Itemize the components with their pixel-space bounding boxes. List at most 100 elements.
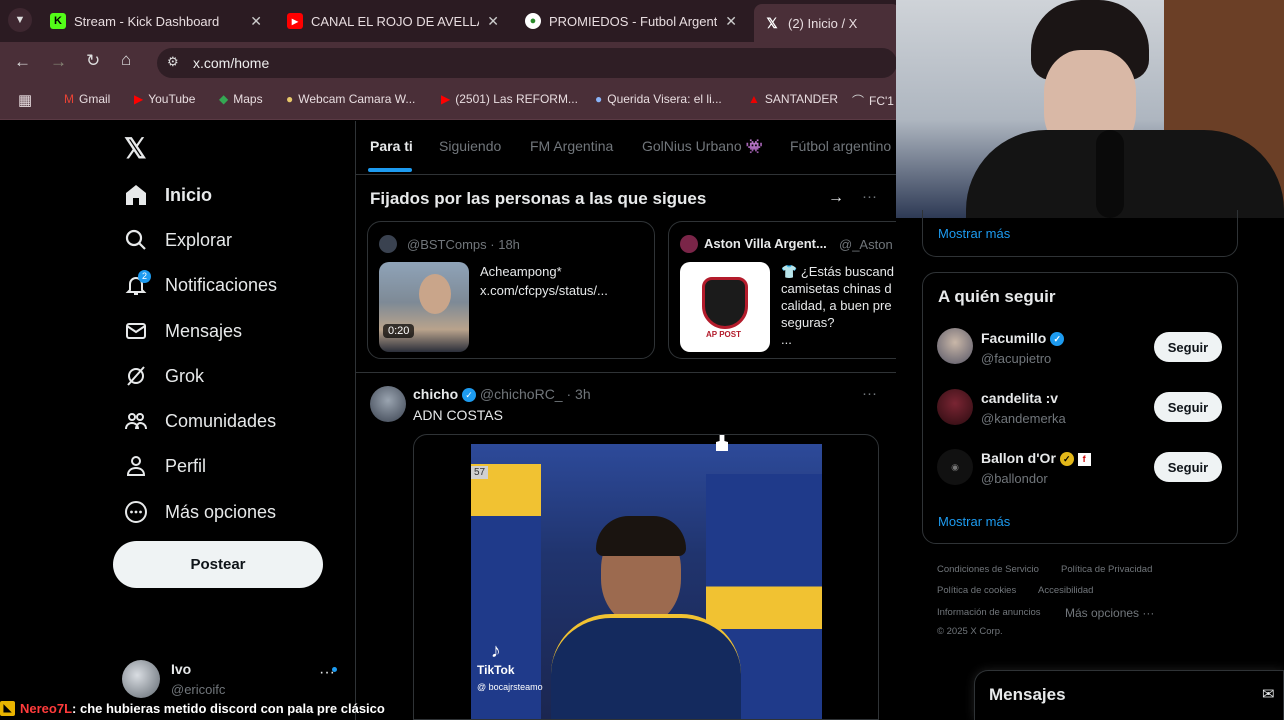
reload-icon[interactable]: ↻ [86,51,100,71]
pinned-name: Aston Villa Argent... [704,236,827,251]
avatar [680,235,698,253]
avatar[interactable] [370,386,406,422]
browser-tab[interactable]: K Stream - Kick Dashboard ✕ [40,6,272,36]
verified-badge-icon: ✓ [1050,332,1065,347]
footer-link-cookies[interactable]: Política de cookies [937,585,1016,596]
account-handle: @ericoifc [171,682,226,697]
close-tab-icon[interactable]: ✕ [487,13,499,30]
follow-button[interactable]: Seguir [1154,332,1222,362]
bookmark-reform[interactable]: ▶ (2501) Las REFORM... [441,92,578,106]
nav-explore[interactable]: Explorar [124,228,232,252]
post-text: ADN COSTAS [413,407,503,423]
footer-link-ads-info[interactable]: Información de anuncios [937,607,1041,618]
media-frame[interactable]: 57 ♪ TikTok @ bocajrsteamo [413,434,879,720]
bookmark-querida-visera[interactable]: ● Querida Visera: el li... [595,92,722,106]
pinned-link[interactable]: x.com/cfcpys/status/... [480,283,608,298]
post-author-name[interactable]: chicho [413,386,458,402]
tab-para-ti[interactable]: Para ti [370,138,413,154]
post-handle[interactable]: @chichoRC_ · 3h [480,386,591,402]
address-bar[interactable]: ⚙ x.com/home [157,48,897,78]
nav-messages[interactable]: Mensajes [124,319,242,343]
forward-arrow-icon[interactable]: → [50,52,67,72]
tab-search-button[interactable]: ▼ [8,8,32,32]
browser-tab[interactable]: ● PROMIEDOS - Futbol Argentino ✕ [515,6,747,36]
bookmark-fc[interactable]: ⌒ FC'1 [852,92,900,109]
arrow-right-icon[interactable]: → [828,189,844,207]
player-hair [596,516,686,556]
tab-futbol-argentino[interactable]: Fútbol argentino [790,138,896,154]
avatar[interactable]: ◉ [937,449,973,485]
webcam-overlay [896,0,1284,218]
messages-drawer[interactable]: Mensajes ✉ [974,670,1284,720]
bookmark-youtube[interactable]: ▶ YouTube [134,92,195,106]
back-arrow-icon[interactable]: ← [14,52,31,72]
follow-button[interactable]: Seguir [1154,452,1222,482]
tab-siguiendo[interactable]: Siguiendo [439,138,501,154]
follow-button[interactable]: Seguir [1154,392,1222,422]
new-message-icon[interactable]: ✉ [1262,685,1275,703]
messages-drawer-title: Mensajes [989,685,1066,704]
communities-icon [125,413,147,430]
search-icon [125,229,146,250]
browser-tab-active[interactable]: 𝕏 (2) Inicio / X [754,4,900,42]
bookmark-webcam[interactable]: ● Webcam Camara W... [286,92,415,106]
bookmark-santander[interactable]: ▲ SANTANDER [748,92,838,106]
video-duration: 0:20 [383,324,415,338]
show-more-link[interactable]: Mostrar más [938,226,1010,241]
footer-more-options[interactable]: Más opciones ··· [1065,606,1154,620]
follow-handle: @kandemerka [981,411,1066,426]
tab-golnius-urbano[interactable]: GolNius Urbano 👾 [642,138,763,155]
nav-profile[interactable]: Perfil [124,454,206,478]
nav-grok[interactable]: Grok [124,364,204,388]
player-body [551,614,741,719]
youtube-icon: ▶ [287,13,303,29]
unread-dot [332,667,337,672]
close-tab-icon[interactable]: ✕ [250,13,262,30]
active-tab-indicator [368,168,412,172]
browser-tab[interactable]: ▶ CANAL EL ROJO DE AVELLANEDA✕ [277,6,509,36]
footer-link-accessibility[interactable]: Accesibilidad [1038,585,1093,596]
avatar[interactable] [937,328,973,364]
youtube-icon: ▶ [441,92,451,106]
x-logo-icon[interactable]: 𝕏 [124,132,147,165]
account-switcher[interactable]: Ivo @ericoifc ··· [122,658,342,698]
tab-fm-argentina[interactable]: FM Argentina [530,138,613,154]
avatar [379,235,397,253]
video-player[interactable]: 57 ♪ TikTok @ bocajrsteamo [471,444,822,719]
pinned-card[interactable]: Aston Villa Argent... @_Aston AP POST 👕 … [668,221,896,359]
more-dots-icon[interactable]: ··· [862,188,877,205]
ghost-emoji-icon: 👾 [745,138,763,154]
x-logo-icon: 𝕏 [766,14,778,31]
follow-name[interactable]: candelita :v [981,390,1058,406]
home-icon[interactable]: ⌂ [121,50,131,70]
ballon-dor-logo-icon: ◉ [951,461,959,472]
post-button[interactable]: Postear [113,541,323,588]
nav-more[interactable]: Más opciones [124,500,276,524]
site-info-icon[interactable]: ⚙ [167,54,179,70]
person-icon [126,456,146,476]
who-to-follow-title: A quién seguir [938,287,1056,306]
nav-home[interactable]: Inicio [124,183,212,207]
footer-link-privacy[interactable]: Política de Privacidad [1061,564,1152,575]
brand-logo-image[interactable]: AP POST [680,262,770,352]
santander-icon: ▲ [748,92,760,106]
video-thumbnail[interactable]: 0:20 [379,262,469,352]
nav-communities[interactable]: Comunidades [124,409,276,433]
close-tab-icon[interactable]: ✕ [725,13,737,30]
follow-name[interactable]: Facumillo ✓ [981,330,1065,347]
follow-handle: @ballondor [981,471,1048,486]
bookmark-gmail[interactable]: M Gmail [64,92,110,106]
apps-grid-icon[interactable]: ▦ [18,91,32,109]
brand-logo-text: AP POST [706,330,741,339]
pinned-card[interactable]: @BSTComps · 18h 0:20 Acheampong* x.com/c… [367,221,655,359]
follow-name[interactable]: Ballon d'Or ✓ f [981,450,1091,467]
kick-icon: K [50,13,66,29]
footer-link-terms[interactable]: Condiciones de Servicio [937,564,1039,575]
more-dots-icon[interactable]: ··· [862,385,877,402]
pinned-handle: @BSTComps · 18h [407,237,520,252]
show-more-link[interactable]: Mostrar más [938,514,1010,529]
avatar[interactable] [937,389,973,425]
mail-icon [126,323,146,339]
person-silhouette [419,274,451,314]
bookmark-maps[interactable]: ◆ Maps [219,92,263,106]
